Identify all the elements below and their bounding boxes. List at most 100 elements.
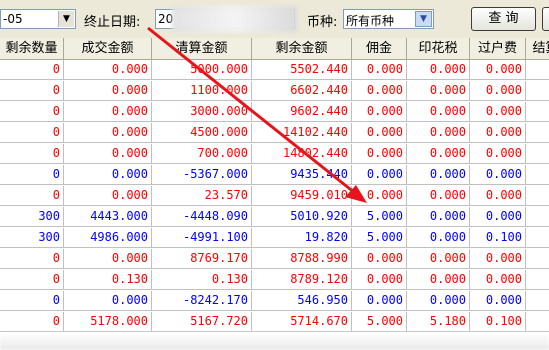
table-row[interactable]: 300 4443.000 -4448.090 5010.920 5.000 0.000 0.… — [0, 207, 549, 227]
cell-settle-amount: 4500.000 — [152, 123, 252, 143]
column-header-commission[interactable]: 佣金 — [352, 38, 407, 60]
column-header-settlement[interactable]: 结算 — [526, 38, 549, 60]
cell-remain-qty: 0 — [0, 144, 64, 164]
table-row[interactable]: 0 5178.000 5167.720 5714.670 5.000 5.180 0.100 — [0, 312, 549, 332]
cell-remain-amount: 9459.010 — [252, 186, 352, 206]
currency-select[interactable]: 所有币种 ▼ — [343, 9, 434, 29]
cell-transfer-fee: 0.100 — [470, 312, 526, 332]
cell-stamp-tax: 0.000 — [407, 249, 470, 269]
cell-remain-amount: 5714.670 — [252, 312, 352, 332]
cell-deal-amount: 5178.000 — [64, 312, 152, 332]
cell-settle-amount: 1100.000 — [152, 81, 252, 101]
chevron-down-icon[interactable]: ▼ — [58, 11, 74, 27]
currency-label: 币种: — [307, 15, 338, 30]
cell-settlement — [526, 60, 549, 80]
table-row[interactable]: 0 0.000 700.000 14802.440 0.000 0.000 0.000 — [0, 144, 549, 164]
cell-commission: 5.000 — [352, 228, 407, 248]
cell-deal-amount: 0.000 — [64, 186, 152, 206]
cell-commission: 0.000 — [352, 165, 407, 185]
cell-settlement — [526, 249, 549, 269]
cell-deal-amount: 0.000 — [64, 81, 152, 101]
cell-settle-amount: 5167.720 — [152, 312, 252, 332]
cell-transfer-fee: 0.000 — [470, 123, 526, 143]
cell-remain-qty: 300 — [0, 207, 64, 227]
cell-stamp-tax: 0.000 — [407, 207, 470, 227]
cell-commission: 0.000 — [352, 123, 407, 143]
cell-settle-amount: 5000.000 — [152, 60, 252, 80]
table-row[interactable]: 300 4986.000 -4991.100 19.820 5.000 0.000 0.10… — [0, 228, 549, 248]
cell-remain-amount: 546.950 — [252, 291, 352, 311]
table-row[interactable]: 0 0.000 3000.000 9602.440 0.000 0.000 0.000 — [0, 102, 549, 122]
cell-remain-amount: 9602.440 — [252, 102, 352, 122]
cell-transfer-fee: 0.000 — [470, 144, 526, 164]
cell-settlement — [526, 144, 549, 164]
table-row[interactable]: 0 0.000 4500.000 14102.440 0.000 0.000 0.000 — [0, 123, 549, 143]
start-date-combo[interactable]: -05 ▼ — [0, 9, 76, 29]
cell-remain-qty: 0 — [0, 60, 64, 80]
next-button[interactable] — [542, 7, 549, 31]
end-date-label: 终止日期: — [84, 15, 141, 30]
cell-transfer-fee: 0.000 — [470, 165, 526, 185]
cell-transfer-fee: 0.000 — [470, 270, 526, 290]
cell-settle-amount: -5367.000 — [152, 165, 252, 185]
cell-stamp-tax: 0.000 — [407, 270, 470, 290]
column-header-remain-qty[interactable]: 剩余数量 — [0, 38, 64, 60]
table-row[interactable]: 0 0.000 -5367.000 9435.440 0.000 0.000 0.000 — [0, 165, 549, 185]
table-row[interactable]: 0 0.130 0.130 8789.120 0.000 0.000 0.000 — [0, 270, 549, 290]
cell-settlement — [526, 186, 549, 206]
cell-stamp-tax: 0.000 — [407, 291, 470, 311]
table-row[interactable]: 0 0.000 5000.000 5502.440 0.000 0.000 0.000 — [0, 60, 549, 80]
cell-settle-amount: -4991.100 — [152, 228, 252, 248]
cell-transfer-fee: 0.000 — [470, 60, 526, 80]
cell-remain-amount: 6602.440 — [252, 81, 352, 101]
cell-remain-amount: 14102.440 — [252, 123, 352, 143]
table-row[interactable]: 0 0.000 -8242.170 546.950 0.000 0.000 0.000 — [0, 291, 549, 311]
cell-stamp-tax: 0.000 — [407, 102, 470, 122]
cell-settle-amount: -4448.090 — [152, 207, 252, 227]
column-header-transfer-fee[interactable]: 过户费 — [470, 38, 526, 60]
cell-remain-qty: 0 — [0, 186, 64, 206]
cell-stamp-tax: 5.180 — [407, 312, 470, 332]
cell-deal-amount: 0.000 — [64, 123, 152, 143]
query-button[interactable]: 查 询 — [471, 7, 536, 31]
cell-deal-amount: 0.000 — [64, 249, 152, 269]
cell-commission: 5.000 — [352, 207, 407, 227]
cell-deal-amount: 0.130 — [64, 270, 152, 290]
cell-settle-amount: 8769.170 — [152, 249, 252, 269]
cell-remain-amount: 8788.990 — [252, 249, 352, 269]
table-row[interactable]: 0 0.000 1100.000 6602.440 0.000 0.000 0.000 — [0, 81, 549, 101]
cell-remain-qty: 300 — [0, 228, 64, 248]
cell-settlement — [526, 207, 549, 227]
data-grid: 剩余数量 成交金额 清算金额 剩余金额 佣金 印花税 过户费 结算 00.000… — [0, 38, 549, 350]
cell-transfer-fee: 0.100 — [470, 228, 526, 248]
cell-commission: 0.000 — [352, 81, 407, 101]
cell-stamp-tax: 0.000 — [407, 165, 470, 185]
cell-remain-amount: 9435.440 — [252, 165, 352, 185]
cell-settle-amount: 3000.000 — [152, 102, 252, 122]
cell-stamp-tax: 0.000 — [407, 228, 470, 248]
cell-commission: 0.000 — [352, 249, 407, 269]
cell-settle-amount: 23.570 — [152, 186, 252, 206]
column-header-deal-amount[interactable]: 成交金额 — [64, 38, 152, 60]
cell-remain-amount: 19.820 — [252, 228, 352, 248]
column-header-remain-amount[interactable]: 剩余金额 — [252, 38, 352, 60]
cell-transfer-fee: 0.000 — [470, 186, 526, 206]
cell-remain-amount: 5010.920 — [252, 207, 352, 227]
chevron-down-icon[interactable]: ▼ — [415, 11, 432, 27]
table-row[interactable]: 0 0.000 8769.170 8788.990 0.000 0.000 0.000 — [0, 249, 549, 269]
start-date-value: -05 — [3, 12, 23, 26]
column-header-settle-amount[interactable]: 清算金额 — [152, 38, 252, 60]
cell-settlement — [526, 270, 549, 290]
cell-commission: 0.000 — [352, 270, 407, 290]
cell-settlement — [526, 291, 549, 311]
cell-deal-amount: 0.000 — [64, 60, 152, 80]
cell-remain-qty: 0 — [0, 81, 64, 101]
cell-remain-amount: 5502.440 — [252, 60, 352, 80]
cell-remain-amount: 14802.440 — [252, 144, 352, 164]
cell-remain-qty: 0 — [0, 312, 64, 332]
cell-commission: 0.000 — [352, 60, 407, 80]
table-row[interactable]: 0 0.000 23.570 9459.010 0.000 0.000 0.000 — [0, 186, 549, 206]
column-header-stamp-tax[interactable]: 印花税 — [407, 38, 470, 60]
cell-deal-amount: 0.000 — [64, 165, 152, 185]
cell-remain-qty: 0 — [0, 165, 64, 185]
